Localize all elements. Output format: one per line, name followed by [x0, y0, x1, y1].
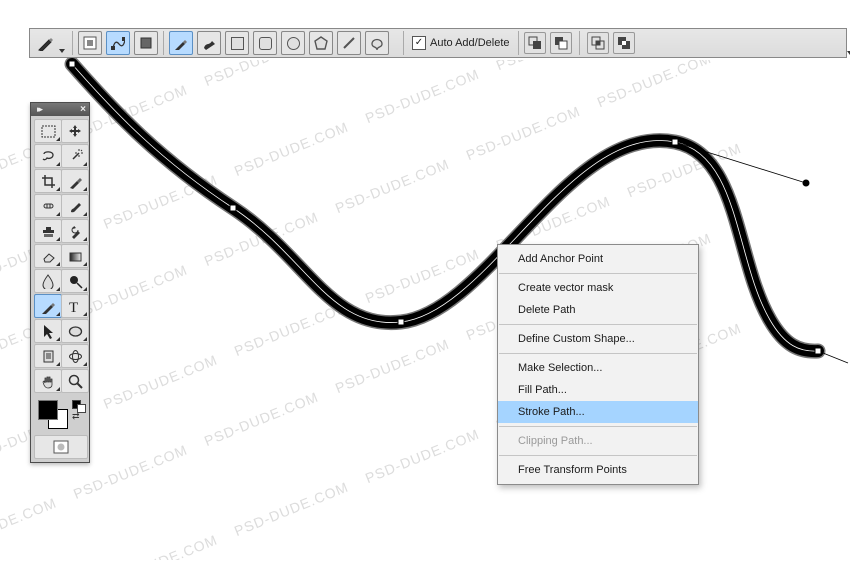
rectangle-icon: [231, 37, 244, 50]
watermark: PSD-DUDE.COM PSD-DUDE.COM PSD-DUDE.COM P…: [0, 60, 850, 560]
history-brush-tool[interactable]: [61, 219, 89, 243]
swap-colors-icon[interactable]: ⇄: [72, 411, 80, 422]
menu-separator: [499, 273, 697, 274]
checkbox-icon: ✓: [412, 36, 426, 50]
path-op-exclude[interactable]: [613, 32, 635, 54]
foreground-color-swatch[interactable]: [38, 400, 58, 420]
collapse-icon: ▸▸: [37, 104, 40, 115]
zoom-tool[interactable]: [61, 369, 89, 393]
path-context-menu: Add Anchor Point Create vector mask Dele…: [497, 244, 699, 485]
ellipse-icon: [287, 37, 300, 50]
ctx-fill-path[interactable]: Fill Path...: [498, 379, 698, 401]
freeform-pen-toggle[interactable]: [197, 31, 221, 55]
ctx-make-selection[interactable]: Make Selection...: [498, 357, 698, 379]
divider: [518, 31, 519, 55]
eyedropper-tool[interactable]: [61, 169, 89, 193]
ellipse-tool-toggle[interactable]: [281, 31, 305, 55]
line-tool-toggle[interactable]: [337, 31, 361, 55]
ctx-add-anchor-point[interactable]: Add Anchor Point: [498, 248, 698, 270]
svg-text:T: T: [69, 300, 78, 313]
menu-separator: [499, 324, 697, 325]
color-swatches[interactable]: ⇄: [35, 398, 85, 430]
magic-wand-tool[interactable]: [61, 144, 89, 168]
dodge-tool[interactable]: [61, 269, 89, 293]
paths-toggle[interactable]: [106, 31, 130, 55]
menu-separator: [499, 426, 697, 427]
ctx-clipping-path: Clipping Path...: [498, 430, 698, 452]
blur-tool[interactable]: [34, 269, 62, 293]
lasso-tool[interactable]: [34, 144, 62, 168]
move-tool[interactable]: [61, 119, 89, 143]
healing-brush-tool[interactable]: [34, 194, 62, 218]
fill-pixels-toggle[interactable]: [134, 31, 158, 55]
path-selection-tool[interactable]: [34, 319, 62, 343]
quick-mask-toggle[interactable]: [34, 435, 88, 459]
chevron-down-icon: [59, 49, 65, 53]
shape-layers-toggle[interactable]: [78, 31, 102, 55]
rounded-rectangle-tool-toggle[interactable]: [253, 31, 277, 55]
clone-stamp-tool[interactable]: [34, 219, 62, 243]
path-canvas[interactable]: [0, 0, 850, 564]
path-op-intersect[interactable]: [587, 32, 609, 54]
eraser-tool[interactable]: [34, 244, 62, 268]
custom-shape-tool-toggle[interactable]: [365, 31, 389, 55]
hand-tool[interactable]: [34, 369, 62, 393]
divider: [72, 31, 73, 55]
ctx-create-vector-mask[interactable]: Create vector mask: [498, 277, 698, 299]
ctx-delete-path[interactable]: Delete Path: [498, 299, 698, 321]
3d-rotate-tool[interactable]: [61, 344, 89, 368]
ctx-define-custom-shape[interactable]: Define Custom Shape...: [498, 328, 698, 350]
divider: [403, 31, 404, 55]
menu-separator: [499, 455, 697, 456]
close-icon[interactable]: ×: [80, 104, 86, 115]
crop-tool[interactable]: [34, 169, 62, 193]
tools-panel: ▸▸ × T ⇄: [30, 102, 90, 463]
menu-separator: [499, 353, 697, 354]
auto-add-delete-checkbox[interactable]: ✓ Auto Add/Delete: [412, 36, 510, 50]
gradient-tool[interactable]: [61, 244, 89, 268]
tools-panel-header[interactable]: ▸▸ ×: [31, 103, 89, 116]
brush-tool[interactable]: [61, 194, 89, 218]
path-op-add[interactable]: [524, 32, 546, 54]
pen-tool-toggle[interactable]: [169, 31, 193, 55]
rectangular-marquee-tool[interactable]: [34, 119, 62, 143]
path-op-subtract[interactable]: [550, 32, 572, 54]
rectangle-tool-toggle[interactable]: [225, 31, 249, 55]
divider: [579, 31, 580, 55]
divider: [163, 31, 164, 55]
pen-tool[interactable]: [34, 294, 62, 318]
rounded-rectangle-icon: [259, 37, 272, 50]
ctx-stroke-path[interactable]: Stroke Path...: [498, 401, 698, 423]
auto-add-delete-label: Auto Add/Delete: [430, 37, 510, 49]
ellipse-shape-tool[interactable]: [61, 319, 89, 343]
polygon-tool-toggle[interactable]: [309, 31, 333, 55]
notes-tool[interactable]: [34, 344, 62, 368]
tool-preset-pen[interactable]: [34, 31, 58, 55]
options-bar: ✓ Auto Add/Delete: [29, 28, 847, 58]
ctx-free-transform-points[interactable]: Free Transform Points: [498, 459, 698, 481]
type-tool[interactable]: T: [61, 294, 89, 318]
